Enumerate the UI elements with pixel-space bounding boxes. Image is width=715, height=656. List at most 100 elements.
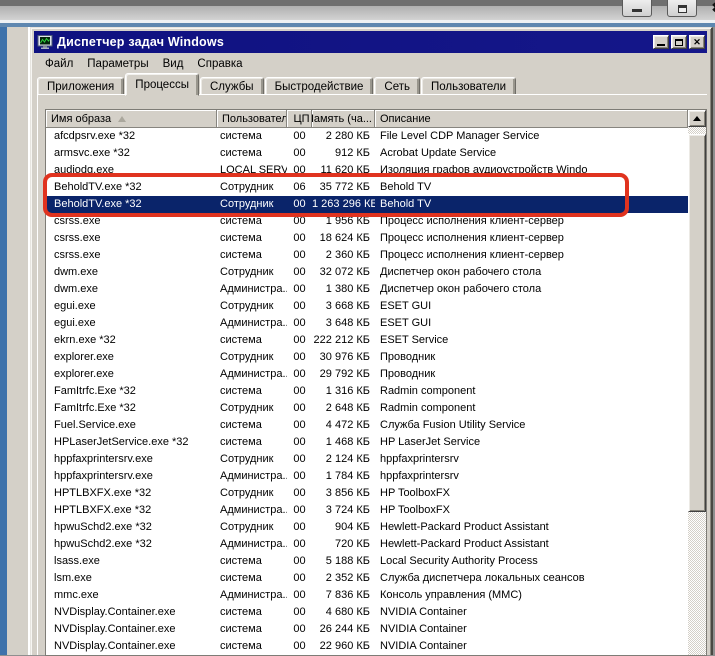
cell-cpu: 00: [287, 281, 312, 298]
menu-options[interactable]: Параметры: [80, 56, 155, 72]
table-row[interactable]: NVDisplay.Container.exeсистема004 680 КБ…: [46, 604, 688, 621]
close-icon: ✖: [712, 1, 715, 14]
table-row[interactable]: dwm.exeАдминистра...001 380 КБДиспетчер …: [46, 281, 688, 298]
cell-user: Администра...: [217, 502, 287, 519]
table-row[interactable]: hppfaxprintersrv.exeАдминистра...001 784…: [46, 468, 688, 485]
minimize-button[interactable]: [653, 35, 669, 49]
table-row[interactable]: lsm.exeсистема002 352 КБСлужба диспетчер…: [46, 570, 688, 587]
cell-user: Сотрудник: [217, 298, 287, 315]
cell-user: Администра...: [217, 366, 287, 383]
table-row[interactable]: hpwuSchd2.exe *32Сотрудник00904 КБHewlet…: [46, 519, 688, 536]
table-row[interactable]: dwm.exeСотрудник0032 072 КБДиспетчер око…: [46, 264, 688, 281]
close-button[interactable]: ✕: [689, 35, 705, 49]
table-row[interactable]: NVDisplay.Container.exeсистема0026 244 К…: [46, 621, 688, 638]
close-icon: ✕: [693, 38, 701, 47]
cell-image-name: Fuel.Service.exe: [46, 417, 217, 434]
cell-cpu: 00: [287, 502, 312, 519]
table-row[interactable]: afcdpsrv.exe *32система002 280 КБFile Le…: [46, 128, 688, 145]
table-row[interactable]: Fuel.Service.exeсистема004 472 КБСлужба …: [46, 417, 688, 434]
cell-cpu: 00: [287, 230, 312, 247]
cell-description: NVIDIA Container: [375, 638, 688, 655]
table-row[interactable]: armsvc.exe *32система00912 КБAcrobat Upd…: [46, 145, 688, 162]
table-row[interactable]: mmc.exeАдминистра...007 836 КБКонсоль уп…: [46, 587, 688, 604]
table-row[interactable]: explorer.exeАдминистра...0029 792 КБПров…: [46, 366, 688, 383]
cell-cpu: 00: [287, 128, 312, 145]
cell-image-name: dwm.exe: [46, 264, 217, 281]
cell-memory: 720 КБ: [312, 536, 375, 553]
menu-file[interactable]: Файл: [38, 56, 80, 72]
table-row[interactable]: BeholdTV.exe *32Сотрудник0635 772 КБBeho…: [46, 179, 688, 196]
cell-memory: 1 380 КБ: [312, 281, 375, 298]
cell-memory: 1 468 КБ: [312, 434, 375, 451]
cell-cpu: 00: [287, 570, 312, 587]
title-bar[interactable]: Диспетчер задач Windows ✕: [34, 31, 707, 53]
menu-help[interactable]: Справка: [190, 56, 249, 72]
cell-image-name: NVDisplay.Container.exe: [46, 604, 217, 621]
column-header-cpu[interactable]: ЦП: [287, 110, 312, 128]
cell-user: система: [217, 434, 287, 451]
cell-description: Проводник: [375, 366, 688, 383]
table-row[interactable]: BeholdTV.exe *32Сотрудник001 263 296 КБB…: [46, 196, 688, 213]
cell-cpu: 00: [287, 315, 312, 332]
table-row[interactable]: HPLaserJetService.exe *32система001 468 …: [46, 434, 688, 451]
cell-cpu: 00: [287, 485, 312, 502]
cell-image-name: egui.exe: [46, 315, 217, 332]
table-row[interactable]: FamItrfc.Exe *32Сотрудник002 648 КБRadmi…: [46, 400, 688, 417]
cell-cpu: 00: [287, 434, 312, 451]
column-header-image-name[interactable]: Имя образа: [46, 110, 217, 128]
table-row[interactable]: audiodg.exeLOCAL SERVICE0011 620 КБИзоля…: [46, 162, 688, 179]
cell-cpu: 00: [287, 332, 312, 349]
cell-user: система: [217, 213, 287, 230]
window-controls: ✕: [653, 35, 705, 49]
cell-image-name: FamItrfc.Exe *32: [46, 383, 217, 400]
table-row[interactable]: HPTLBXFX.exe *32Администра...003 724 КБH…: [46, 502, 688, 519]
background-close-button[interactable]: ✖: [704, 0, 715, 17]
cell-memory: 1 784 КБ: [312, 468, 375, 485]
column-label: Имя образа: [46, 113, 111, 125]
cell-memory: 5 188 КБ: [312, 553, 375, 570]
table-row[interactable]: egui.exeСотрудник003 668 КБESET GUI: [46, 298, 688, 315]
background-minimize-button[interactable]: [622, 0, 652, 17]
table-row[interactable]: csrss.exeсистема0018 624 КБПроцесс испол…: [46, 230, 688, 247]
cell-user: Администра...: [217, 587, 287, 604]
cell-image-name: HPLaserJetService.exe *32: [46, 434, 217, 451]
sort-ascending-icon: [118, 116, 126, 122]
cell-cpu: 00: [287, 417, 312, 434]
table-row[interactable]: HPTLBXFX.exe *32Сотрудник003 856 КБHP To…: [46, 485, 688, 502]
table-row[interactable]: csrss.exeсистема001 956 КБПроцесс исполн…: [46, 213, 688, 230]
table-row[interactable]: csrss.exeсистема002 360 КБПроцесс исполн…: [46, 247, 688, 264]
column-header-description[interactable]: Описание: [375, 110, 688, 128]
cell-user: Администра...: [217, 468, 287, 485]
cell-image-name: FamItrfc.Exe *32: [46, 400, 217, 417]
table-row[interactable]: lsass.exeсистема005 188 КБLocal Security…: [46, 553, 688, 570]
cell-memory: 2 360 КБ: [312, 247, 375, 264]
table-row[interactable]: ekrn.exe *32система00222 212 КБESET Serv…: [46, 332, 688, 349]
vertical-scrollbar[interactable]: [688, 110, 706, 655]
cell-cpu: 00: [287, 621, 312, 638]
column-header-memory[interactable]: Память (ча...: [312, 110, 375, 128]
scrollbar-thumb[interactable]: [688, 134, 706, 512]
task-manager-icon: [37, 35, 53, 50]
cell-description: NVIDIA Container: [375, 604, 688, 621]
column-label: Память (ча...: [312, 113, 374, 125]
cell-user: Сотрудник: [217, 179, 287, 196]
table-row[interactable]: NVDisplay.Container.exeсистема0022 960 К…: [46, 638, 688, 655]
tab-processes[interactable]: Процессы: [125, 73, 199, 96]
maximize-button[interactable]: [671, 35, 687, 49]
cell-description: Behold TV: [375, 179, 688, 196]
cell-image-name: csrss.exe: [46, 247, 217, 264]
table-row[interactable]: hppfaxprintersrv.exeСотрудник002 124 КБh…: [46, 451, 688, 468]
cell-memory: 1 956 КБ: [312, 213, 375, 230]
cell-cpu: 00: [287, 468, 312, 485]
cell-cpu: 00: [287, 519, 312, 536]
table-row[interactable]: hpwuSchd2.exe *32Администра...00720 КБHe…: [46, 536, 688, 553]
background-maximize-button[interactable]: [667, 0, 697, 17]
column-header-user[interactable]: Пользователь: [217, 110, 287, 128]
table-row[interactable]: FamItrfc.Exe *32система001 316 КБRadmin …: [46, 383, 688, 400]
table-row[interactable]: egui.exeАдминистра...003 648 КБESET GUI: [46, 315, 688, 332]
column-label: Пользователь: [217, 113, 287, 125]
table-row[interactable]: explorer.exeСотрудник0030 976 КБПроводни…: [46, 349, 688, 366]
cell-memory: 3 724 КБ: [312, 502, 375, 519]
menu-view[interactable]: Вид: [156, 56, 191, 72]
scrollbar-up-button[interactable]: [688, 110, 706, 127]
